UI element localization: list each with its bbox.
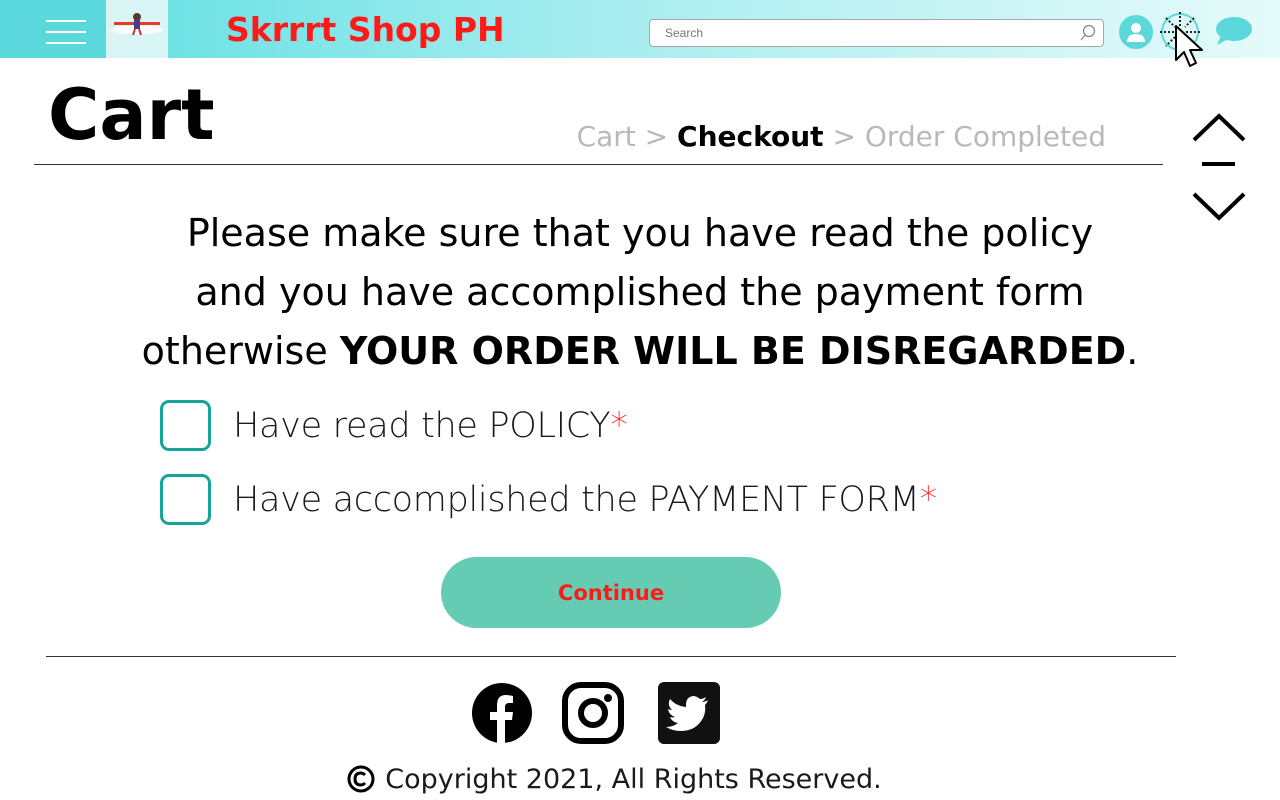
header-bar: Skrrrt Shop PH <box>0 0 1280 58</box>
notice-text: otherwise <box>141 329 340 373</box>
user-icon[interactable] <box>1118 14 1154 50</box>
menu-button[interactable] <box>0 0 106 58</box>
breadcrumb: Cart > Checkout > Order Completed <box>577 120 1106 153</box>
divider <box>34 164 1163 165</box>
copyright-text: Copyright 2021, All Rights Reserved. <box>385 764 882 795</box>
instagram-icon[interactable] <box>562 682 624 744</box>
breadcrumb-separator: > <box>823 120 865 153</box>
checkbox-label-text: Have accomplished the PAYMENT FORM <box>233 479 920 520</box>
facebook-icon[interactable] <box>471 682 533 744</box>
checkbox-label-text: Have read the POLICY <box>233 405 611 446</box>
page-title: Cart <box>48 74 215 156</box>
copyright-icon <box>347 765 375 793</box>
twitter-icon[interactable] <box>658 682 720 744</box>
chat-icon[interactable] <box>1213 14 1253 48</box>
notice-line: otherwise YOUR ORDER WILL BE DISREGARDED… <box>60 322 1220 381</box>
payment-form-checkbox[interactable] <box>160 474 211 525</box>
menu-icon-bar <box>46 31 86 33</box>
payment-form-checkbox-label[interactable]: Have accomplished the PAYMENT FORM* <box>233 480 937 520</box>
site-title[interactable]: Skrrrt Shop PH <box>226 10 505 49</box>
menu-icon <box>46 20 86 22</box>
continue-button[interactable]: Continue <box>441 557 781 628</box>
payment-form-checkbox-row[interactable]: Have accomplished the PAYMENT FORM* <box>160 474 937 525</box>
policy-checkbox-row[interactable]: Have read the POLICY* <box>160 400 628 451</box>
policy-checkbox[interactable] <box>160 400 211 451</box>
logo-icon <box>111 13 163 36</box>
breadcrumb-separator: > <box>635 120 678 153</box>
search-icon[interactable] <box>1079 23 1097 43</box>
policy-checkbox-label[interactable]: Have read the POLICY* <box>233 406 628 446</box>
breadcrumb-checkout: Checkout <box>677 120 824 153</box>
notice-line: Please make sure that you have read the … <box>186 211 1094 255</box>
required-mark: * <box>610 405 628 446</box>
required-mark: * <box>919 479 938 520</box>
search-box[interactable] <box>649 19 1104 47</box>
breadcrumb-order-completed: Order Completed <box>864 120 1106 153</box>
breadcrumb-cart[interactable]: Cart <box>577 120 636 153</box>
divider <box>46 656 1176 657</box>
copyright: Copyright 2021, All Rights Reserved. <box>0 764 1229 795</box>
menu-icon-bar <box>46 42 86 44</box>
scroll-indicator <box>1202 162 1235 166</box>
scroll-up-icon[interactable] <box>1190 108 1248 148</box>
policy-notice: Please make sure that you have read the … <box>60 204 1220 381</box>
notice-warning: YOUR ORDER WILL BE DISREGARDED <box>339 329 1127 373</box>
search-input[interactable] <box>650 20 1070 46</box>
logo[interactable] <box>106 0 168 58</box>
cursor-icon <box>1175 25 1203 67</box>
notice-line: and you have accomplished the payment fo… <box>195 270 1085 314</box>
notice-text: . <box>1126 329 1139 373</box>
